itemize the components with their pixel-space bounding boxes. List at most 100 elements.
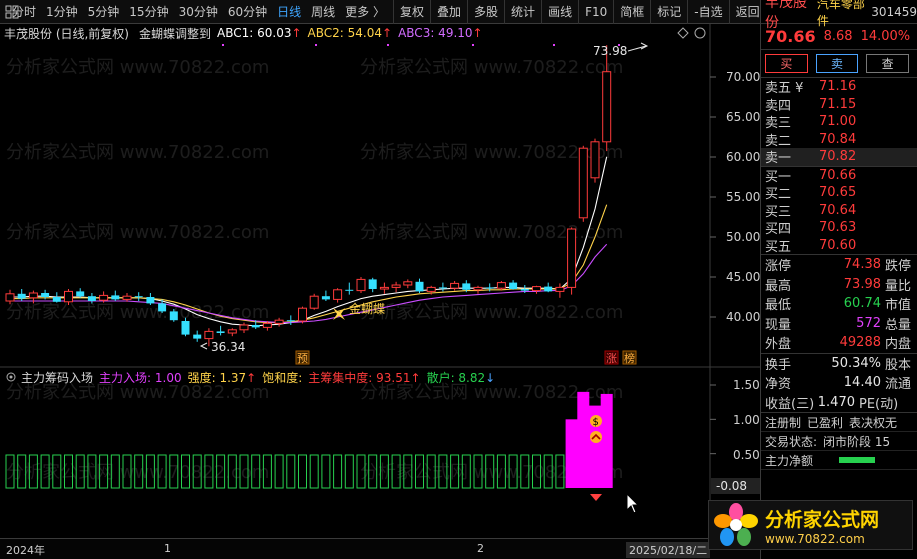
candle <box>555 283 565 298</box>
y-tick: 40.00 <box>726 310 760 324</box>
quote-stats-2: 换手 50.34% 股本 净资 14.40 流通 收益(三) 1.470 PE(动) <box>761 354 917 413</box>
candle-body <box>602 71 612 143</box>
candle-body <box>122 295 132 300</box>
high-annotation: 73.98 <box>593 42 649 58</box>
candle-body <box>555 286 565 292</box>
sub-indicator-header: 主力筹码入场 主力入场: 1.00 强度: 1.37↑ 饱和度: 主筹集中度: … <box>0 368 710 386</box>
y-tick: 45.00 <box>726 270 760 284</box>
tag: 表决权无 <box>849 415 898 430</box>
candle-body <box>356 278 366 292</box>
candle <box>532 285 541 294</box>
svg-text:分析家公式网 www.70822.com: 分析家公式网 www.70822.com <box>6 57 269 78</box>
limit-up-tag: 涨 <box>606 352 617 365</box>
candle-body <box>64 290 73 303</box>
chart-options <box>677 27 706 39</box>
candle-body <box>567 228 577 288</box>
sub-axis: 1.50 1.00 0.50 <box>733 378 760 462</box>
svg-text:$: $ <box>593 417 599 428</box>
candle <box>356 277 366 293</box>
saturation-label: 饱和度: <box>262 370 303 385</box>
logo-brand: 分析家公式网 <box>765 508 880 531</box>
signal-label: 金蝴蝶 <box>349 301 385 316</box>
candle <box>345 282 354 295</box>
stat-row: 现量 572 总量 <box>765 315 912 333</box>
candle-body <box>158 303 167 312</box>
candle-body <box>111 295 120 300</box>
candle <box>146 293 155 305</box>
svg-text:分析家公式网 www.70822.com: 分析家公式网 www.70822.com <box>6 222 269 243</box>
sub-bar <box>600 393 613 488</box>
bid-row: 买一 70.66 <box>765 167 857 185</box>
candle <box>52 292 61 303</box>
logo-url: www.70822.com <box>765 531 865 546</box>
quote-stats: 涨停 74.38 跌停 最高 73.98 量比 最低 60.74 市值 现量 572 总量 外盘… <box>761 255 917 354</box>
candle-body <box>227 329 237 334</box>
circle-icon[interactable] <box>694 27 706 39</box>
candle-body <box>52 297 61 302</box>
candle <box>111 290 120 301</box>
candle <box>473 285 483 294</box>
candle-body <box>262 322 272 328</box>
kline-chart[interactable]: 分析家公式网 www.70822.com 分析家公式网 www.70822.co… <box>0 0 760 538</box>
trade-buttons: 买 卖 查 <box>761 50 917 78</box>
candle-body <box>462 283 471 290</box>
date-axis: 2024年 1 2 2025/02/18/二 <box>0 538 760 559</box>
high-marker: 73.98 <box>593 44 627 58</box>
ask-row: 卖五 ¥71.16 <box>765 79 857 97</box>
sub-y-tick: 1.00 <box>733 413 760 427</box>
signal-dots <box>222 44 620 46</box>
candle <box>239 322 249 333</box>
candle-body <box>41 293 50 297</box>
candle-body <box>438 287 447 289</box>
concentration-value: 主筹集中度: 93.51↑ <box>308 370 421 385</box>
stat-row: 最高 73.98 量比 <box>765 276 912 294</box>
candle-body <box>76 291 85 297</box>
candle-body <box>578 147 588 219</box>
retail-value: 散户: 8.82↓ <box>426 370 496 385</box>
candle <box>309 293 319 310</box>
candle-body <box>5 293 15 302</box>
candle-body <box>87 296 96 301</box>
low-marker: 36.34 <box>211 340 245 354</box>
candle <box>321 290 330 301</box>
candle <box>403 279 413 289</box>
candle-body <box>415 281 424 292</box>
price-axis: 70.00 65.00 60.00 55.00 50.00 45.00 40.0… <box>726 70 760 324</box>
svg-text:分析家公式网 www.70822.com: 分析家公式网 www.70822.com <box>6 142 269 163</box>
svg-text:分析家公式网 www.70822.com: 分析家公式网 www.70822.com <box>360 57 623 78</box>
diamond-icon[interactable] <box>677 27 689 39</box>
y-tick: 65.00 <box>726 110 760 124</box>
ask-row: 卖四 71.15 <box>765 96 857 114</box>
industry-label[interactable]: 汽车零部件 <box>817 0 868 29</box>
sub-bar-empty <box>286 454 296 489</box>
main-entry-value: 主力入场: 1.00 <box>99 370 182 385</box>
candle <box>286 315 295 325</box>
arrow-icon <box>640 42 649 50</box>
stat-row: 收益(三) 1.470 PE(动) <box>765 394 899 412</box>
candle-body <box>532 286 541 292</box>
buy-button[interactable]: 买 <box>765 54 808 73</box>
candle-body <box>368 279 377 289</box>
sub-y-tick: 0.50 <box>733 448 760 462</box>
sub-bar-empty <box>309 454 319 489</box>
bid-row: 买五 70.60 <box>765 237 857 255</box>
site-logo: 分析家公式网 www.70822.com <box>708 500 913 550</box>
logo-text: 分析家公式网 www.70822.com <box>765 505 879 546</box>
query-button[interactable]: 查 <box>866 54 910 73</box>
candle-body <box>181 321 190 335</box>
mouse-cursor-icon <box>626 492 640 514</box>
sell-button[interactable]: 卖 <box>815 54 859 73</box>
candle <box>391 281 401 293</box>
candle-body <box>251 325 260 328</box>
stat-row: 外盘 49288 内盘 <box>765 335 912 353</box>
sub-bar-empty <box>274 454 284 489</box>
candle <box>216 325 225 336</box>
price-change: 8.68 <box>823 29 853 44</box>
pre-tag: 预 <box>297 352 308 365</box>
candle-body <box>391 284 401 288</box>
gear-icon[interactable] <box>5 371 17 383</box>
svg-text:分析家公式网 www.70822.com: 分析家公式网 www.70822.com <box>360 302 623 323</box>
y-tick: 55.00 <box>726 190 760 204</box>
candle-body <box>169 311 178 321</box>
sub-indicator-title[interactable]: 主力筹码入场 <box>21 369 93 386</box>
